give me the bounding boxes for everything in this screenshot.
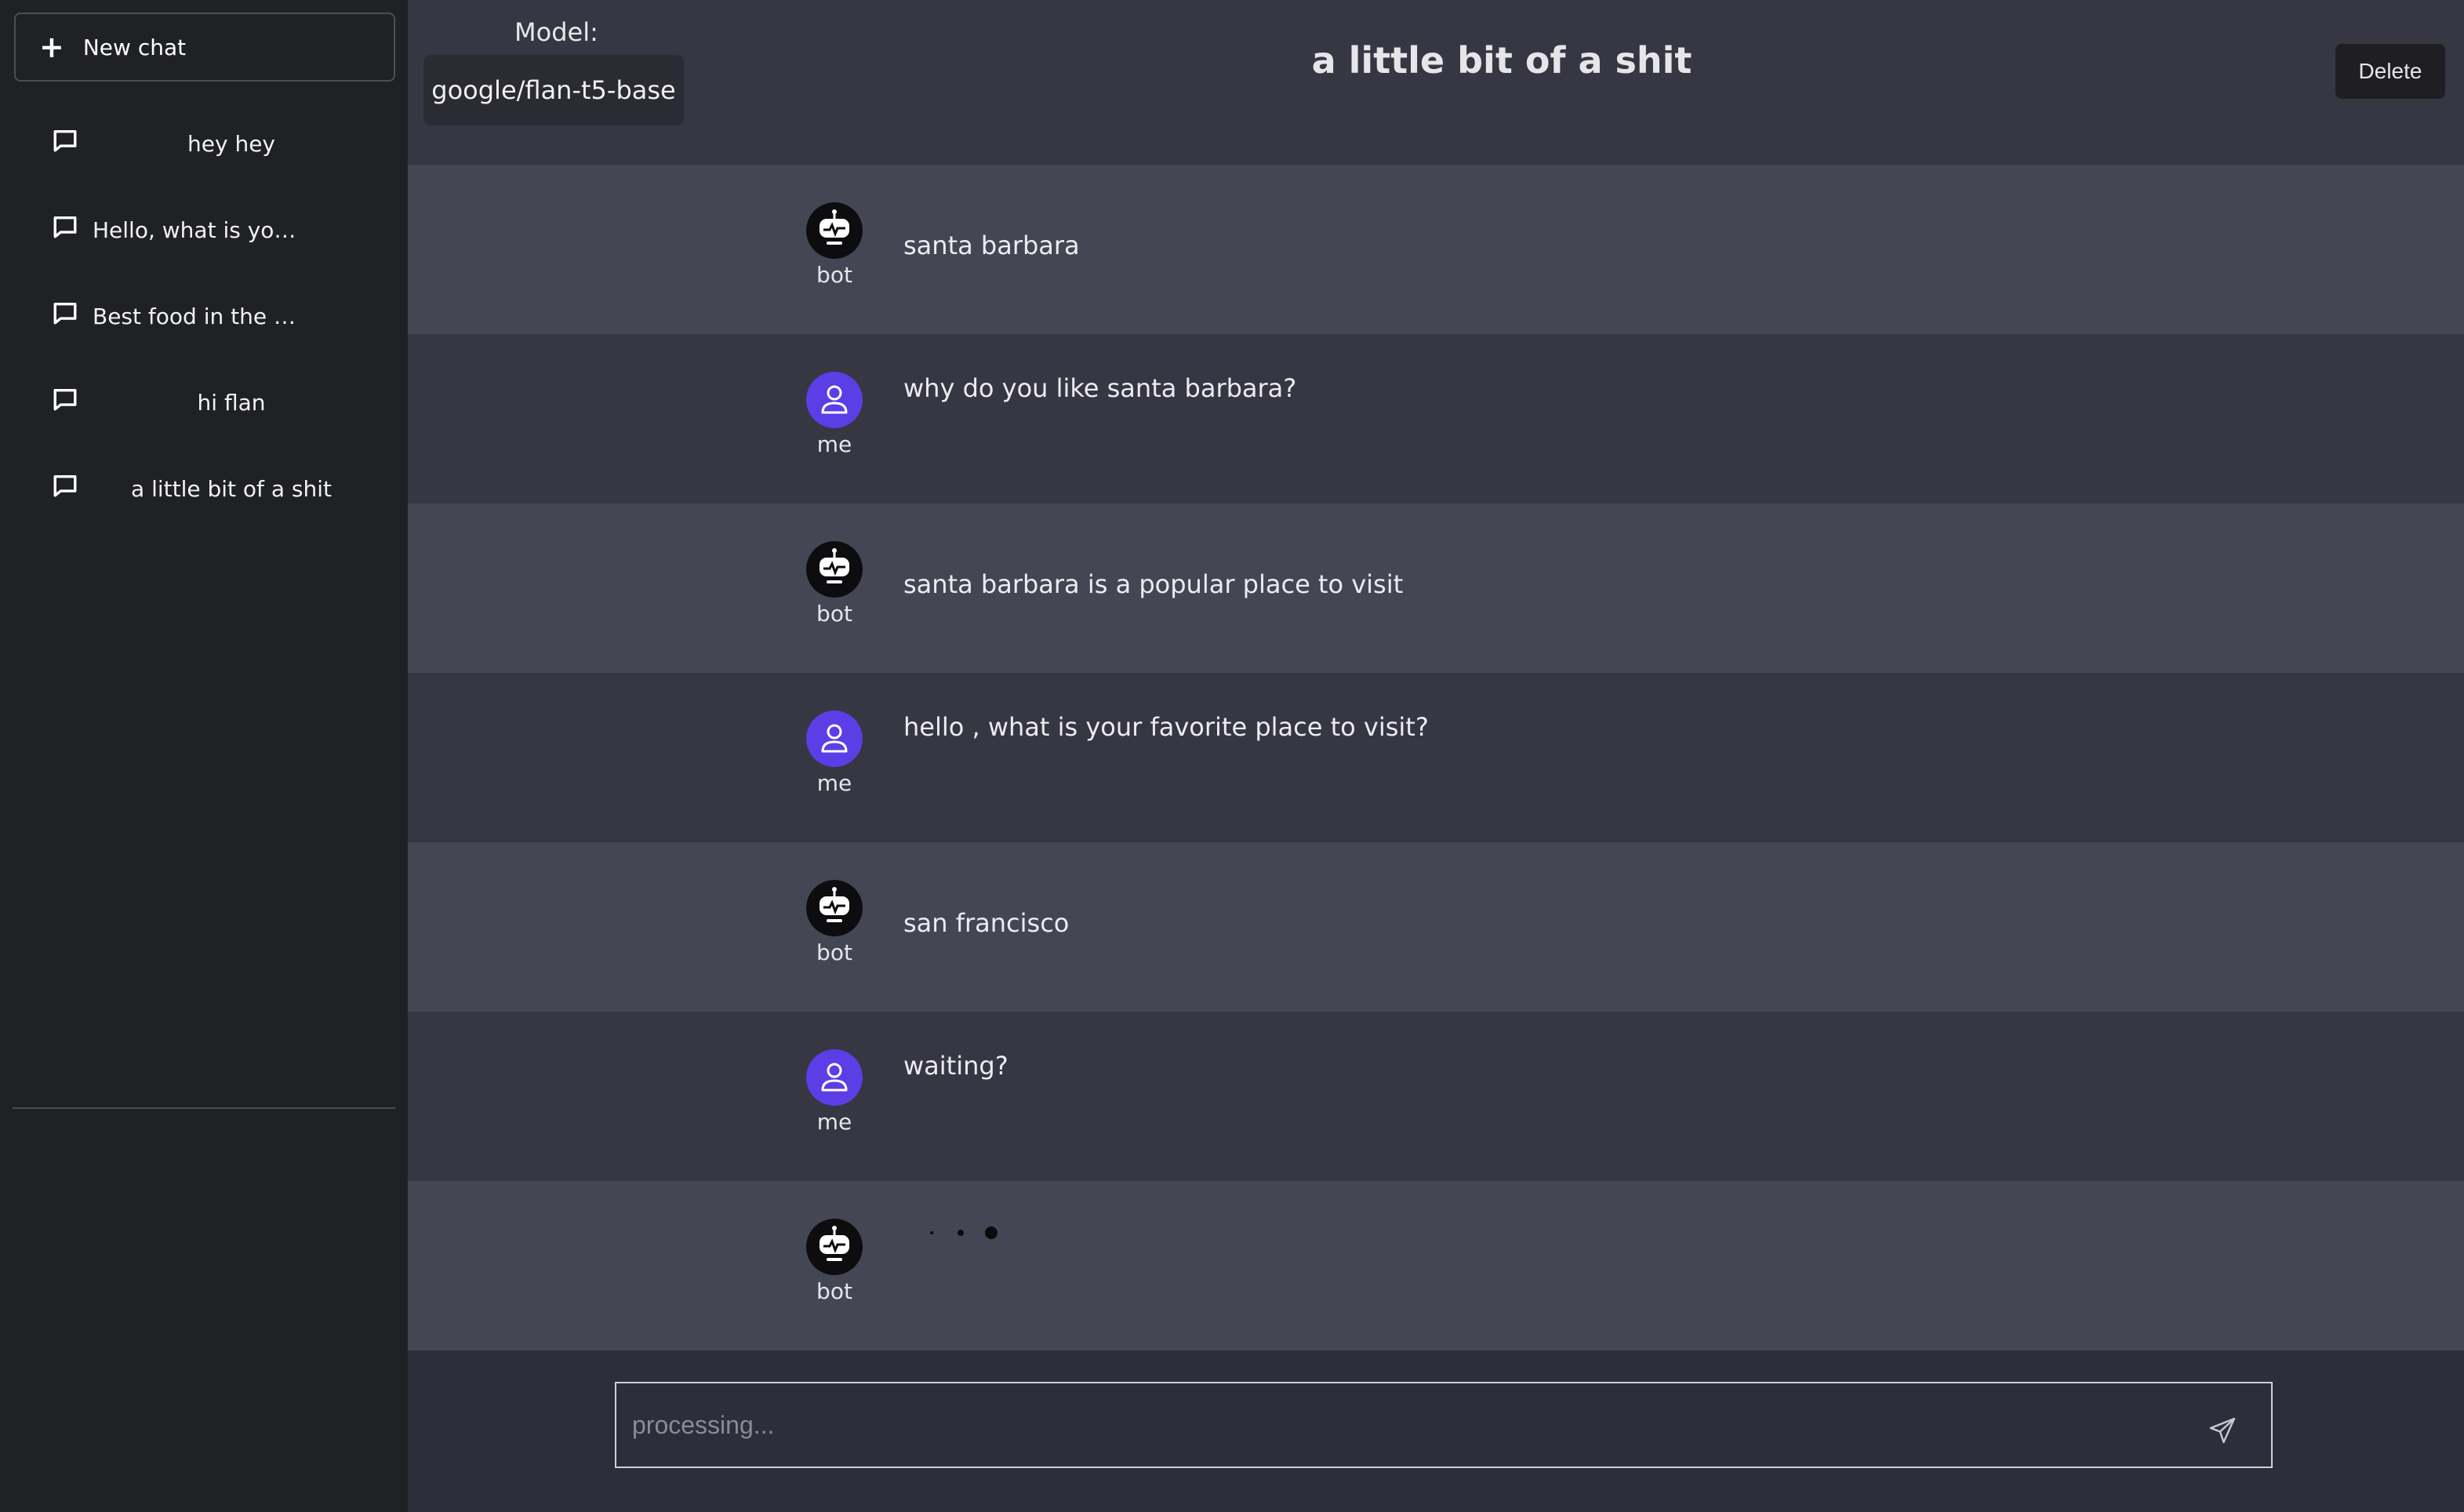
bot-avatar [806,202,863,259]
robot-icon [820,548,849,583]
message-text: hello , what is your favorite place to v… [903,712,1429,742]
typing-dot [985,1227,998,1239]
sidebar-item-label: Best food in the … [93,303,296,329]
message-row: me hello , what is your favorite place t… [408,673,2464,842]
user-avatar [806,1049,863,1106]
sidebar-item-chat[interactable]: Best food in the … [0,273,408,359]
typing-indicator [916,1220,1010,1244]
message-role: bot [816,940,852,965]
message-role: me [816,1109,852,1135]
chat-header: Model: google/flan-t5-base a little bit … [408,0,2464,165]
sidebar-item-chat-active[interactable]: a little bit of a shit [0,445,408,532]
message-row: me why do you like santa barbara? [408,334,2464,503]
message-row: bot santa barbara is a popular place to … [408,503,2464,673]
sidebar-item-chat[interactable]: hey hey [0,100,408,187]
message-row: bot santa barbara [408,165,2464,334]
user-avatar [806,711,863,767]
sidebar-item-label: a little bit of a shit [131,475,332,502]
delete-button[interactable]: Delete [2335,44,2445,99]
page-title: a little bit of a shit [1311,39,1692,82]
sidebar-item-label: Hello, what is yo… [93,216,296,243]
chat-bubble-icon [53,302,77,325]
typing-dot [958,1230,964,1236]
chat-bubble-icon [53,129,77,152]
robot-icon [820,887,849,922]
typing-dot [930,1231,933,1234]
message-row: bot san francisco [408,842,2464,1012]
sidebar: + New chat hey hey Hello, what is yo… Be… [0,0,408,1512]
chat-bubble-icon [53,388,77,411]
chat-bubble-icon [53,474,77,497]
new-chat-label: New chat [82,34,187,60]
message-row: bot [408,1181,2464,1350]
bot-avatar [806,541,863,598]
sidebar-item-label: hi flan [197,389,266,416]
user-icon [821,385,848,414]
sidebar-item-label: hey hey [187,130,275,157]
user-icon [821,1063,848,1092]
bot-avatar [806,880,863,936]
robot-icon [820,1226,849,1261]
message-role: bot [816,601,852,627]
chat-bubble-icon [53,216,77,238]
new-chat-button[interactable]: + New chat [14,13,395,82]
message-role: me [816,770,852,796]
robot-icon [820,209,849,245]
message-role: bot [816,1278,852,1304]
plus-icon: + [39,30,64,64]
message-row: me waiting? [408,1012,2464,1181]
message-role: me [816,431,852,457]
message-list: bot santa barbara me why do you like san… [408,165,2464,1350]
message-text: san francisco [903,908,1070,938]
message-composer [615,1382,2273,1468]
send-icon[interactable] [2208,1416,2237,1445]
message-text: waiting? [903,1051,1008,1081]
message-text: santa barbara [903,231,1080,260]
message-text: santa barbara is a popular place to visi… [903,569,1404,599]
user-icon [821,724,848,753]
chat-list: hey hey Hello, what is yo… Best food in … [0,100,408,532]
sidebar-item-chat[interactable]: Hello, what is yo… [0,187,408,273]
message-input[interactable] [632,1383,2122,1467]
bot-avatar [806,1219,863,1275]
user-avatar [806,372,863,428]
message-role: bot [816,262,852,288]
message-text: why do you like santa barbara? [903,373,1297,403]
sidebar-item-chat[interactable]: hi flan [0,359,408,445]
sidebar-divider [13,1107,395,1109]
